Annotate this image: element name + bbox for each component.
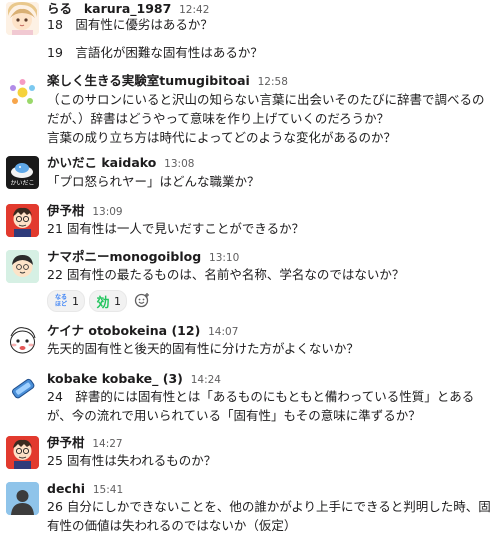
reaction-bar: なるほど 1 効 1 (47, 290, 153, 312)
message-text: 18 固有性に優劣はあるか？ (47, 17, 213, 32)
user-name[interactable]: kobake kobake_ (3) (47, 371, 183, 386)
avatar[interactable] (6, 482, 39, 515)
reaction-kiku[interactable]: 効 1 (89, 290, 127, 312)
kiku-emoji-icon: 効 (96, 295, 110, 311)
naruhodo-emoji-icon: なるほど (54, 294, 67, 308)
timestamp[interactable]: 14:24 (191, 374, 221, 386)
timestamp[interactable]: 13:08 (164, 158, 194, 170)
message-text: 先天的固有性と後天的固有性に分けた方がよくないか？ (47, 341, 359, 356)
user-name[interactable]: ケイナ otobokeina (12) (47, 323, 200, 338)
message-text: 言葉の成り立ち方は時代によってどのような変化があるのか？ (47, 130, 397, 145)
message-text: 21 固有性は一人で見いだすことができるか？ (47, 221, 305, 236)
message-text: （このサロンにいると沢山の知らない言葉に出会いそのたびに辞書で調べるの (47, 92, 485, 107)
timestamp[interactable]: 15:41 (93, 484, 123, 496)
timestamp[interactable]: 13:10 (209, 252, 239, 264)
avatar[interactable] (6, 324, 39, 357)
message-text: だが、）辞書はどうやって意味を作り上げていくのだろうか？ (47, 111, 390, 126)
message-text: 26 自分にしかできないことを、他の誰かがより上手にできると判明した時、固 (47, 499, 491, 514)
user-name[interactable]: らる (47, 1, 72, 16)
add-reaction-button[interactable] (131, 290, 153, 310)
avatar[interactable] (6, 250, 39, 283)
timestamp[interactable]: 12:58 (258, 76, 288, 88)
avatar[interactable]: かいだこ (6, 156, 39, 189)
reaction-naruhodo[interactable]: なるほど 1 (47, 290, 85, 312)
message-text: 25 固有性は失われるものか？ (47, 453, 217, 468)
avatar[interactable] (6, 436, 39, 469)
message-text: 「プロ怒られヤー」はどんな職業か？ (47, 174, 260, 189)
timestamp[interactable]: 13:09 (92, 206, 122, 218)
avatar[interactable] (6, 76, 39, 109)
message-text: 有性の価値は失われるのではないか（仮定） (47, 518, 297, 533)
user-name[interactable]: 伊予柑 (47, 435, 85, 450)
message-text: が、今の流れで用いられている「固有性」もその意味に準ずるか？ (47, 408, 421, 423)
message-text: 24 辞書的には固有性とは「あるものにもともと備わっている性質」とある (47, 389, 475, 404)
message-text: 22 固有性の最たるものは、名前や名称、学名なのではないか？ (47, 267, 405, 282)
user-name[interactable]: dechi (47, 481, 85, 496)
message-text: 19 言語化が困難な固有性はあるか？ (47, 45, 263, 60)
avatar-label: かいだこ (10, 179, 35, 187)
message-feed: らる karura_1987 12:42 18 固有性に優劣はあるか？ 19 言… (0, 0, 497, 538)
avatar[interactable] (6, 204, 39, 237)
avatar[interactable] (6, 2, 39, 35)
reaction-count: 1 (114, 294, 121, 308)
reaction-count: 1 (72, 294, 79, 308)
user-name[interactable]: 伊予柑 (47, 203, 85, 218)
user-name[interactable]: かいだこ kaidako (47, 155, 156, 170)
user-name[interactable]: ナマポニーmonogoiblog (47, 249, 201, 264)
timestamp[interactable]: 14:07 (208, 326, 238, 338)
user-handle[interactable]: karura_1987 (84, 1, 171, 16)
user-name[interactable]: 楽しく生きる実験室tumugibitoai (47, 73, 250, 88)
timestamp[interactable]: 14:27 (92, 438, 122, 450)
avatar[interactable] (6, 372, 39, 405)
add-emoji-icon (134, 293, 149, 308)
